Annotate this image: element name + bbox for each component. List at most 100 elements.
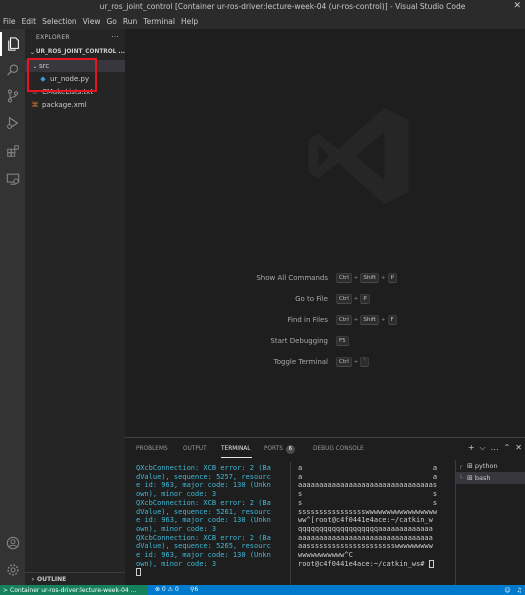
key: ` — [360, 357, 370, 367]
shortcut-label: Toggle Terminal — [273, 358, 328, 366]
shortcut-keys: Ctrl + ` — [336, 357, 370, 367]
tree-file-package-xml[interactable]: ⌘ package.xml — [25, 99, 125, 111]
extensions-icon[interactable] — [0, 139, 25, 163]
active-tab-indicator — [221, 457, 252, 458]
key: Shift — [360, 315, 379, 325]
activity-bar — [0, 29, 25, 585]
tree-connector: ┌ — [459, 462, 463, 470]
terminal-cursor-right — [428, 559, 434, 568]
terminal-name: python — [474, 462, 498, 470]
xml-file-icon: ⌘ — [31, 101, 39, 109]
tab-terminal[interactable]: TERMINAL — [221, 446, 250, 452]
settings-gear-icon[interactable] — [0, 558, 25, 582]
tree-item-label: ur_node.py — [50, 75, 90, 83]
panel-tabs: PROBLEMS OUTPUT TERMINAL PORTS 6 DEBUG CO… — [125, 438, 525, 460]
tab-debug-console[interactable]: DEBUG CONSOLE — [313, 446, 364, 452]
tab-output[interactable]: OUTPUT — [183, 446, 207, 452]
notifications-bell-icon[interactable]: ♫ — [517, 587, 522, 594]
shortcut-label: Show All Commands — [256, 274, 328, 282]
shortcut-label: Go to File — [295, 295, 328, 303]
explorer-more-actions-icon[interactable]: ··· — [111, 33, 119, 41]
terminal-bash-output[interactable]: a a a a aaaaaaaaaaaaaaaaaaaaaaaaaaaaaaaa… — [298, 464, 446, 568]
shortcut-find-in-files[interactable]: Find in Files Ctrl + Shift + F — [225, 315, 525, 327]
window-close-button[interactable]: ✕ — [513, 1, 521, 11]
terminal-icon: ⊞ — [467, 462, 473, 470]
ports-status[interactable]: ⚲6 — [190, 586, 198, 593]
tab-ports[interactable]: PORTS 6 — [264, 445, 295, 454]
terminal-dropdown-icon[interactable]: ⌵ — [480, 443, 486, 453]
chevron-right-icon: › — [31, 575, 35, 583]
explorer-icon[interactable] — [0, 32, 25, 56]
key: Shift — [360, 273, 379, 283]
menu-go[interactable]: Go — [106, 17, 116, 26]
key: Ctrl — [336, 315, 352, 325]
outline-section-header[interactable]: › OUTLINE — [25, 572, 125, 585]
key: Ctrl — [336, 294, 352, 304]
key: Ctrl — [336, 273, 352, 283]
tab-problems[interactable]: PROBLEMS — [136, 446, 168, 452]
workspace-section-header[interactable]: ⌄ UR_ROS_JOINT_CONTROL ... — [25, 46, 125, 58]
feedback-icon[interactable]: ☺ — [504, 587, 510, 594]
key: F — [387, 315, 397, 325]
chevron-down-icon: ⌄ — [32, 62, 38, 70]
shortcut-label: Find in Files — [287, 316, 328, 324]
menu-view[interactable]: View — [83, 17, 101, 26]
source-control-icon[interactable] — [0, 84, 25, 108]
ports-count: 6 — [194, 586, 199, 593]
tree-item-label: package.xml — [42, 101, 87, 109]
window-titlebar: ur_ros_joint_control [Container ur-ros-d… — [0, 0, 525, 14]
menu-run[interactable]: Run — [123, 17, 137, 26]
window-title: ur_ros_joint_control [Container ur-ros-d… — [99, 2, 466, 11]
terminal-python-output[interactable]: QXcbConnection: XCB error: 2 (Ba dValue)… — [136, 464, 271, 568]
menu-help[interactable]: Help — [181, 17, 198, 26]
new-terminal-icon[interactable]: + — [468, 443, 475, 453]
problems-status[interactable]: ⊗ 0 ⚠ 0 — [155, 586, 179, 593]
shortcut-go-to-file[interactable]: Go to File Ctrl + P — [225, 294, 525, 306]
shortcut-keys: F5 — [336, 336, 349, 346]
search-icon[interactable] — [0, 58, 25, 82]
tree-file-ur-node-py[interactable]: ◆ ur_node.py — [25, 73, 125, 85]
shortcut-keys: Ctrl + P — [336, 294, 370, 304]
explorer-sidebar: EXPLORER ··· ⌄ UR_ROS_JOINT_CONTROL ... … — [25, 29, 125, 585]
explorer-title: EXPLORER — [36, 34, 70, 41]
menu-edit[interactable]: Edit — [22, 17, 37, 26]
cmake-file-icon: ≡ — [32, 88, 38, 96]
terminal-list-item-bash[interactable]: └ ⊞ bash — [456, 472, 525, 484]
run-debug-icon[interactable] — [0, 111, 25, 135]
shortcut-keys: Ctrl + Shift + P — [336, 273, 397, 283]
tab-label: PORTS — [264, 446, 283, 452]
tree-connector: └ — [459, 474, 463, 482]
remote-icon: ≻ — [3, 586, 9, 594]
remote-explorer-icon[interactable] — [0, 167, 25, 191]
menu-selection[interactable]: Selection — [42, 17, 77, 26]
chevron-down-icon: ⌄ — [29, 48, 35, 56]
shortcut-toggle-terminal[interactable]: Toggle Terminal Ctrl + ` — [225, 357, 525, 369]
key: Ctrl — [336, 357, 352, 367]
key: P — [387, 273, 397, 283]
terminal-split-divider[interactable] — [290, 462, 291, 586]
shortcut-start-debugging[interactable]: Start Debugging F5 — [225, 336, 525, 348]
more-actions-icon[interactable]: … — [491, 443, 499, 453]
shortcut-label: Start Debugging — [270, 337, 328, 345]
shortcut-show-all-commands[interactable]: Show All Commands Ctrl + Shift + P — [225, 273, 525, 285]
terminal-name: bash — [474, 474, 491, 482]
outline-title: OUTLINE — [37, 575, 67, 583]
tree-folder-src[interactable]: ⌄ src — [25, 60, 125, 72]
terminal-icon: ⊞ — [467, 474, 473, 482]
menu-file[interactable]: File — [3, 17, 16, 26]
bottom-panel: PROBLEMS OUTPUT TERMINAL PORTS 6 DEBUG CO… — [125, 437, 525, 586]
remote-label: Container ur-ros-driver:lecture-week-04 … — [10, 586, 137, 594]
terminal-bash-text: a a a a aaaaaaaaaaaaaaaaaaaaaaaaaaaaaaaa… — [298, 464, 438, 568]
close-panel-icon[interactable]: ✕ — [515, 443, 522, 453]
key: P — [360, 294, 370, 304]
maximize-panel-icon[interactable]: ⌃ — [504, 443, 511, 453]
remote-indicator[interactable]: ≻ Container ur-ros-driver:lecture-week-0… — [0, 585, 147, 595]
account-icon[interactable] — [0, 531, 25, 555]
status-bar: ≻ Container ur-ros-driver:lecture-week-0… — [0, 585, 525, 595]
tree-file-cmakelists[interactable]: ≡ CMakeLists.txt — [25, 86, 125, 98]
vscode-logo-watermark-icon — [308, 107, 409, 205]
editor-area: Show All Commands Ctrl + Shift + P Go to F… — [125, 29, 525, 437]
terminal-list-item-python[interactable]: ┌ ⊞ python — [456, 460, 525, 472]
terminal-list: ┌ ⊞ python └ ⊞ bash — [455, 460, 525, 586]
menu-terminal[interactable]: Terminal — [143, 17, 175, 26]
